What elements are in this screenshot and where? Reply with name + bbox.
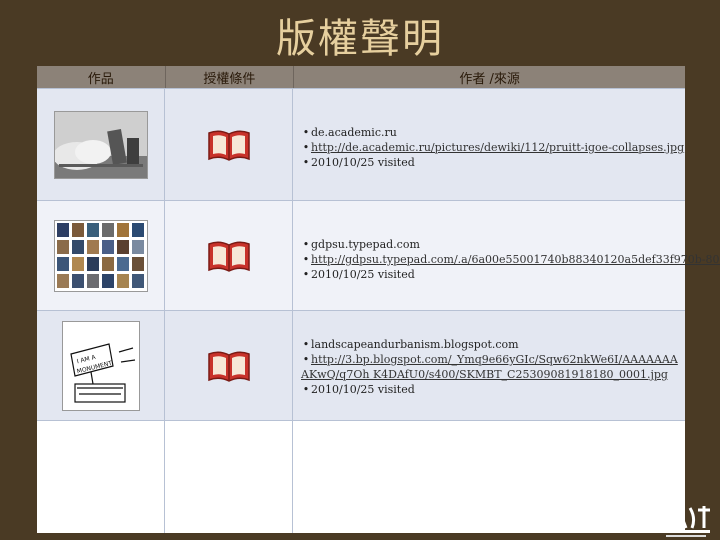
source-site: landscapeandurbanism.blogspot.com [311,338,519,351]
bullet-icon: • [302,353,310,366]
author-cell: • landscapeandurbanism.blogspot.com • http… [293,311,685,421]
source-link[interactable]: http://de.academic.ru/pictures/dewiki/11… [311,141,684,154]
header-author: 作者 /來源 [459,71,520,87]
copyright-table: 作品 授權條件 作者 /來源 • de.academic.ru • http:/… [37,66,720,533]
author-cell: • de.academic.ru • http://de.academic.ru/p… [293,89,685,201]
work-cell [37,421,165,533]
table-header: 作品 授權條件 作者 /來源 [37,66,685,88]
work-cell [37,89,165,201]
bullet-icon: • [302,268,310,281]
header-license: 授權條件 [166,66,295,88]
source-link[interactable]: http://3.bp.blogspot.com/_Ymq9e66yGIc/Sq… [301,353,678,381]
license-cell [165,311,293,421]
logo-icon [662,502,710,537]
visited-date: 2010/10/25 visited [311,156,415,169]
bullet-icon: • [302,338,310,351]
bullet-icon: • [302,238,310,251]
source-site: gdpsu.typepad.com [311,238,420,251]
book-icon [207,241,250,272]
page-title: 版權聲明 [276,16,444,62]
bullet-icon: • [302,156,310,169]
photo-grid-thumbnail [53,220,148,292]
bullet-icon: • [302,126,310,139]
book-icon [207,351,250,382]
bullet-icon: • [302,253,310,266]
source-link[interactable]: http://gdpsu.typepad.com/.a/6a00e5500174… [311,253,720,266]
demolition-photo-thumbnail [53,111,148,179]
source-site: de.academic.ru [311,126,397,139]
bullet-icon: • [302,141,310,154]
author-cell [293,421,685,533]
author-cell: • gdpsu.typepad.com • http://gdpsu.typepad… [293,201,720,311]
license-cell [165,201,293,311]
license-cell [165,89,293,201]
visited-date: 2010/10/25 visited [311,268,415,281]
table-row: • gdpsu.typepad.com • http://gdpsu.typepad… [37,200,720,311]
work-cell: I AM A MONUMENT [37,311,165,421]
book-icon [207,130,250,161]
table-row: • de.academic.ru • http://de.academic.ru/p… [37,88,685,201]
monument-sketch-thumbnail: I AM A MONUMENT [61,321,140,411]
bullet-icon: • [302,383,310,396]
visited-date: 2010/10/25 visited [311,383,415,396]
license-cell [165,421,293,533]
table-row: I AM A MONUMENT • landscapeandurbanism.bl… [37,310,685,421]
work-cell [37,201,165,311]
header-work: 作品 [37,66,166,88]
table-row [37,420,685,533]
